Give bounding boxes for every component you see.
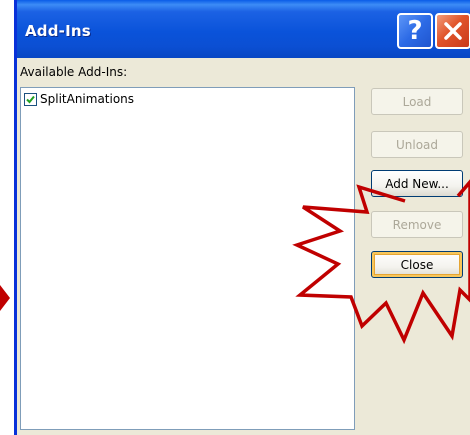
unload-button-label: Unload — [395, 137, 439, 152]
load-button[interactable]: Load — [371, 88, 463, 115]
add-ins-list[interactable]: SplitAnimations — [20, 87, 355, 430]
help-icon: ? — [407, 16, 423, 46]
remove-button-label: Remove — [392, 217, 442, 232]
title-bar[interactable]: Add-Ins ? — [17, 0, 470, 58]
available-add-ins-label: Available Add-Ins: — [20, 65, 128, 79]
load-button-label: Load — [402, 94, 432, 109]
add-in-checkbox[interactable] — [24, 92, 37, 106]
add-new-button-label: Add New... — [385, 176, 449, 191]
help-button[interactable]: ? — [397, 13, 433, 49]
window-title: Add-Ins — [25, 22, 91, 40]
window-close-button[interactable] — [435, 13, 470, 49]
close-icon — [444, 22, 462, 40]
close-button[interactable]: Close — [371, 251, 463, 278]
list-item[interactable]: SplitAnimations — [24, 91, 134, 107]
screenshot-stage: Add-Ins ? Available Add-Ins: SplitAnimat… — [0, 0, 470, 435]
checkmark-icon — [26, 95, 35, 103]
close-button-label: Close — [400, 257, 434, 272]
add-new-button[interactable]: Add New... — [371, 170, 463, 197]
unload-button[interactable]: Unload — [371, 131, 463, 158]
arrow-icon — [0, 285, 10, 311]
add-in-label: SplitAnimations — [40, 92, 135, 106]
remove-button[interactable]: Remove — [371, 211, 463, 238]
add-ins-dialog: Add-Ins ? Available Add-Ins: SplitAnimat… — [14, 0, 470, 435]
dialog-body: Available Add-Ins: SplitAnimations Load … — [17, 58, 470, 435]
